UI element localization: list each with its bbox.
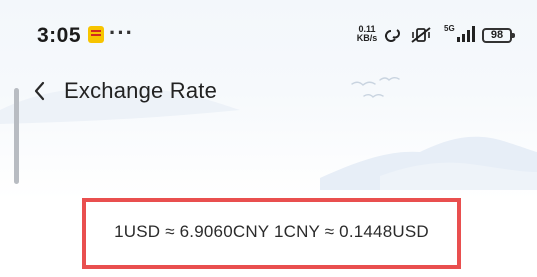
- back-button[interactable]: [28, 76, 54, 106]
- signal-icon: [457, 26, 475, 42]
- app-notification-icon: [88, 26, 104, 43]
- exchange-rate-screen: 3:05 ··· 0.11 KB/s 5G 98 Exchange Rate 1…: [0, 0, 537, 277]
- network-speed: 0.11 KB/s: [355, 25, 379, 43]
- status-bar: 3:05 ··· 0.11 KB/s 5G 98: [0, 0, 537, 60]
- network-speed-unit: KB/s: [356, 33, 378, 43]
- more-notifications-indicator: ···: [109, 20, 134, 45]
- link-icon: [385, 29, 400, 42]
- battery-level: 98: [490, 29, 504, 41]
- exchange-rate-text: 1USD ≈ 6.9060CNY 1CNY ≈ 0.1448USD: [114, 222, 429, 241]
- status-time: 3:05: [37, 24, 82, 47]
- exchange-rate-card: 1USD ≈ 6.9060CNY 1CNY ≈ 0.1448USD: [82, 198, 461, 269]
- network-type: 5G: [444, 24, 455, 33]
- battery-icon: 98: [482, 28, 515, 43]
- chevron-left-icon: [34, 81, 45, 101]
- scroll-indicator[interactable]: [14, 88, 19, 184]
- page-header: Exchange Rate: [0, 68, 537, 116]
- muted-vibrate-icon: [411, 27, 431, 43]
- page-title: Exchange Rate: [64, 78, 218, 103]
